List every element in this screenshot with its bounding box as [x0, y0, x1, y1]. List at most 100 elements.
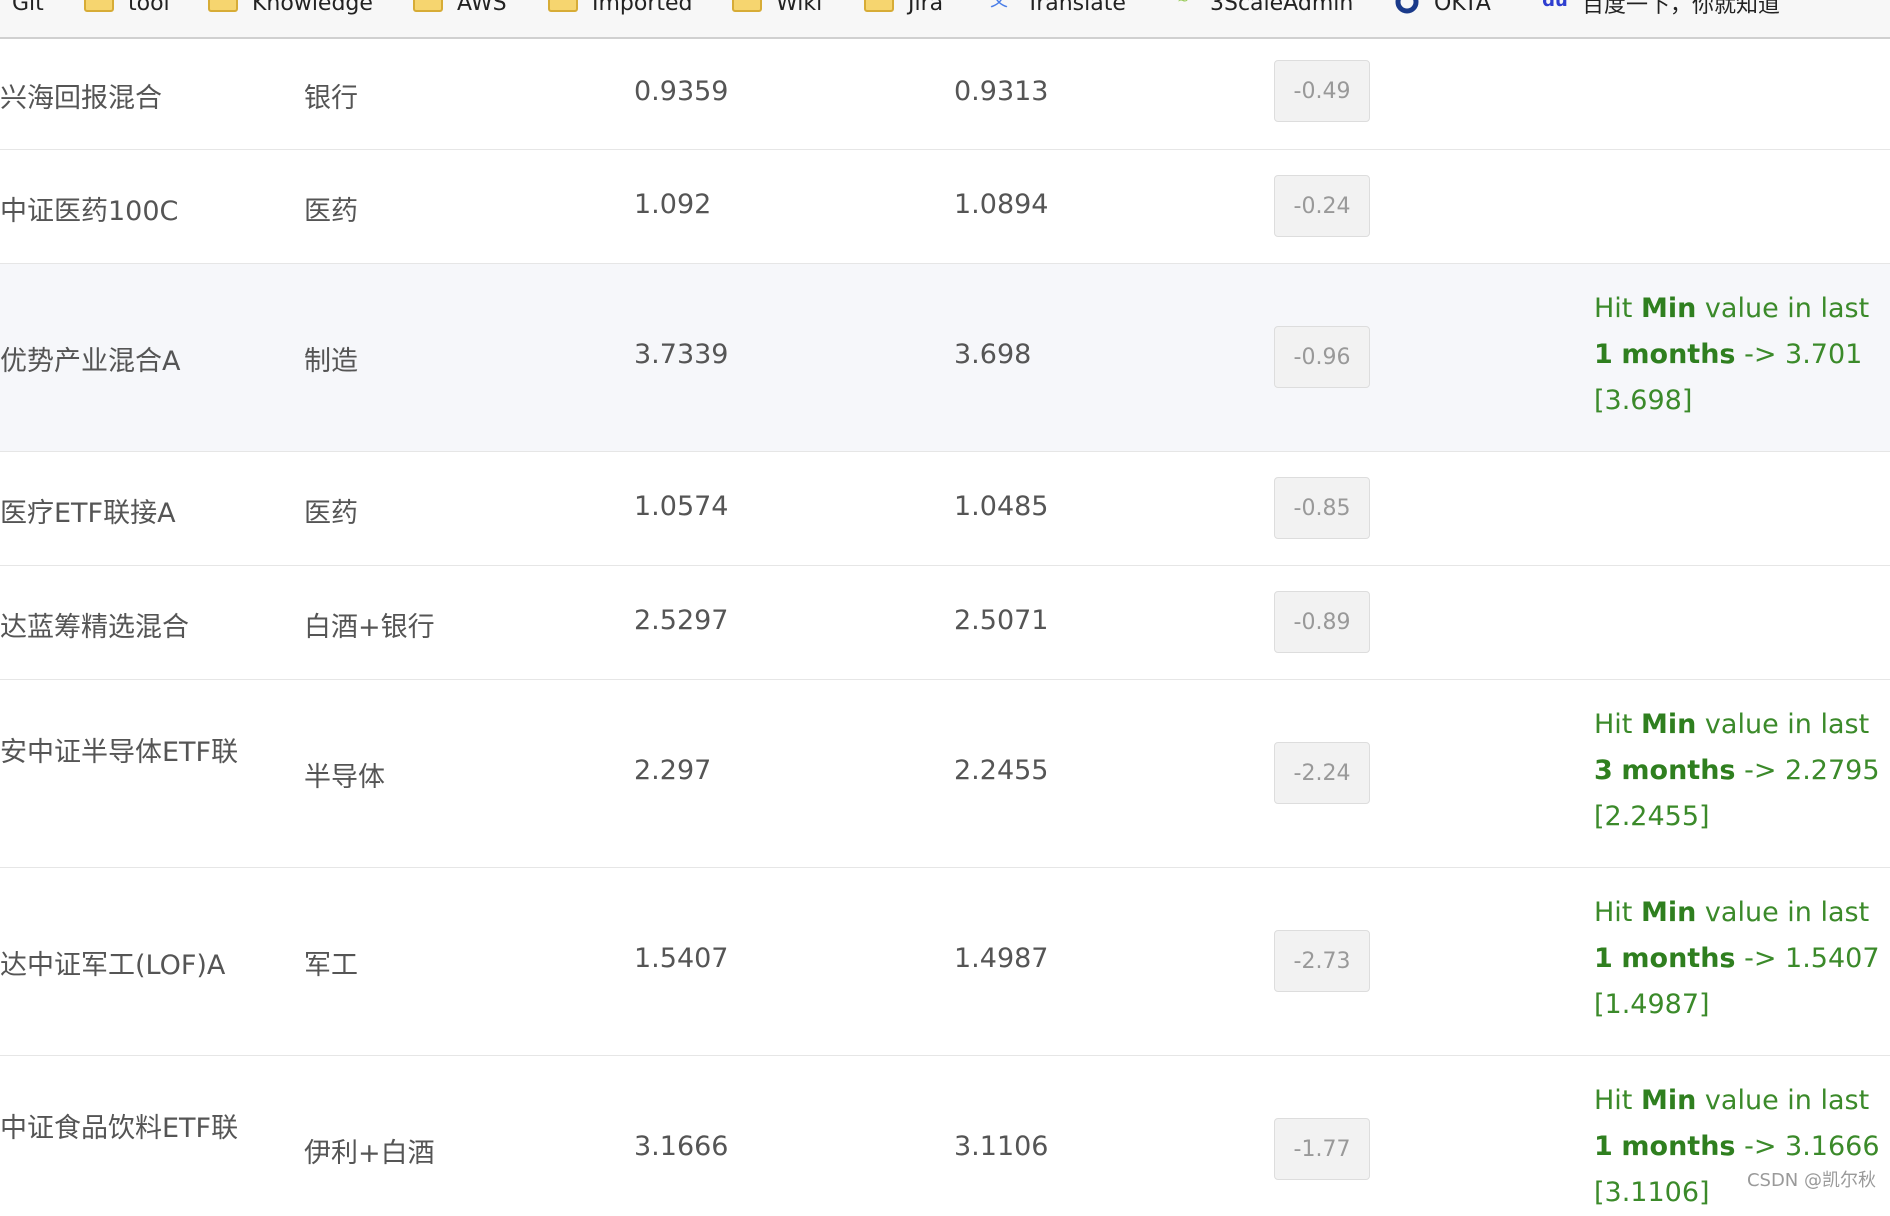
fund-name: 中证食品饮料ETF联	[0, 1106, 238, 1145]
min-alert-note: Hit Min value in last 1 months -> 3.1666…	[1594, 1078, 1884, 1216]
min-alert-note: Hit Min value in last 3 months -> 2.2795…	[1594, 702, 1884, 840]
fund-value-2: 1.0485	[954, 491, 1048, 522]
folder-icon	[732, 0, 762, 12]
fund-value-1: 3.7339	[634, 339, 728, 370]
fund-value-1: 2.5297	[634, 605, 728, 636]
min-alert-note: Hit Min value in last 1 months -> 3.701[…	[1594, 286, 1884, 424]
table-row: 中证医药100C 医药 1.092 1.0894 -0.24	[0, 150, 1890, 264]
fund-sector: 半导体	[304, 755, 385, 794]
change-badge: -0.85	[1274, 477, 1370, 539]
note-period: 1	[1594, 1131, 1613, 1162]
bookmark-label: 3ScaleAdmin	[1210, 0, 1353, 16]
fund-value-1: 1.0574	[634, 491, 728, 522]
baidu-icon: du	[1542, 0, 1568, 12]
bookmark-label: AWS	[457, 0, 507, 16]
table-row: 达中证军工(LOF)A 军工 1.5407 1.4987 -2.73 Hit M…	[0, 868, 1890, 1056]
note-min: Min	[1641, 1085, 1696, 1116]
note-text: Hit	[1594, 1085, 1641, 1116]
note-months: months	[1621, 339, 1735, 370]
min-alert-note: Hit Min value in last 1 months -> 1.5407…	[1594, 890, 1884, 1028]
bookmark-translate[interactable]: 文 Translate	[986, 0, 1126, 18]
table-row: 达蓝筹精选混合 白酒+银行 2.5297 2.5071 -0.89	[0, 566, 1890, 680]
fund-name: 优势产业混合A	[0, 339, 180, 378]
note-text: Hit	[1594, 897, 1641, 928]
fund-sector: 白酒+银行	[304, 605, 435, 644]
table-row: 优势产业混合A 制造 3.7339 3.698 -0.96 Hit Min va…	[0, 264, 1890, 452]
bookmark-okta[interactable]: OKTA	[1394, 0, 1491, 18]
bookmark-git[interactable]: Git	[12, 0, 44, 18]
3scale-icon: ~	[1170, 0, 1196, 12]
folder-icon	[548, 0, 578, 12]
bookmark-imported[interactable]: Imported	[548, 0, 693, 18]
change-badge: -0.49	[1274, 60, 1370, 122]
fund-sector: 军工	[304, 943, 358, 982]
note-months: months	[1621, 943, 1735, 974]
folder-icon	[413, 0, 443, 12]
change-badge: -2.73	[1274, 930, 1370, 992]
bookmark-label: Translate	[1026, 0, 1126, 16]
note-text: value in last	[1696, 1085, 1869, 1116]
note-period: 3	[1594, 755, 1613, 786]
fund-name: 安中证半导体ETF联	[0, 730, 238, 769]
bookmark-label: Git	[12, 0, 44, 16]
bookmark-label: Jira	[908, 0, 943, 16]
note-text: Hit	[1594, 293, 1641, 324]
table-row: 安中证半导体ETF联 半导体 2.297 2.2455 -2.24 Hit Mi…	[0, 680, 1890, 868]
change-badge: -2.24	[1274, 742, 1370, 804]
fund-sector: 医药	[304, 491, 358, 530]
fund-name: 达蓝筹精选混合	[0, 605, 189, 644]
note-text: Hit	[1594, 709, 1641, 740]
bookmark-jira[interactable]: Jira	[864, 0, 943, 18]
fund-sector: 制造	[304, 339, 358, 378]
fund-value-2: 2.2455	[954, 755, 1048, 786]
folder-icon	[864, 0, 894, 12]
fund-value-2: 3.698	[954, 339, 1031, 370]
note-period: 1	[1594, 339, 1613, 370]
note-months: months	[1621, 755, 1735, 786]
fund-sector: 伊利+白酒	[304, 1131, 435, 1170]
fund-value-1: 3.1666	[634, 1131, 728, 1162]
change-badge: -0.96	[1274, 326, 1370, 388]
change-badge: -0.89	[1274, 591, 1370, 653]
table-row: 中证食品饮料ETF联 伊利+白酒 3.1666 3.1106 -1.77 Hit…	[0, 1056, 1890, 1216]
note-min: Min	[1641, 709, 1696, 740]
note-months: months	[1621, 1131, 1735, 1162]
bookmark-aws[interactable]: AWS	[413, 0, 507, 18]
bookmark-tool[interactable]: tool	[84, 0, 170, 18]
note-text: value in last	[1696, 897, 1869, 928]
note-text: value in last	[1696, 293, 1869, 324]
fund-name: 达中证军工(LOF)A	[0, 943, 225, 982]
bookmark-label: 百度一下，你就知道	[1582, 0, 1780, 19]
bookmark-label: Imported	[592, 0, 693, 16]
fund-value-1: 1.092	[634, 189, 711, 220]
fund-sector: 银行	[304, 76, 358, 115]
fund-value-2: 2.5071	[954, 605, 1048, 636]
note-period: 1	[1594, 943, 1613, 974]
fund-name: 中证医药100C	[0, 189, 178, 228]
fund-name: 医疗ETF联接A	[0, 491, 176, 530]
change-badge: -1.77	[1274, 1118, 1370, 1180]
fund-value-1: 2.297	[634, 755, 711, 786]
fund-sector: 医药	[304, 189, 358, 228]
bookmark-label: OKTA	[1434, 0, 1491, 16]
change-badge: -0.24	[1274, 175, 1370, 237]
fund-value-1: 0.9359	[634, 76, 728, 107]
fund-name: 兴海回报混合	[0, 76, 162, 115]
table-row: 兴海回报混合 银行 0.9359 0.9313 -0.49	[0, 39, 1890, 150]
bookmark-3scaleadmin[interactable]: ~ 3ScaleAdmin	[1170, 0, 1353, 18]
watermark: CSDN @凯尔秋	[1747, 1166, 1876, 1192]
okta-icon	[1394, 0, 1420, 12]
bookmark-baidu[interactable]: du 百度一下，你就知道	[1542, 0, 1780, 18]
note-text: value in last	[1696, 709, 1869, 740]
bookmark-wiki[interactable]: Wiki	[732, 0, 822, 18]
translate-icon: 文	[986, 0, 1012, 12]
bookmark-knowledge[interactable]: Knowledge	[208, 0, 373, 18]
note-min: Min	[1641, 897, 1696, 928]
table-row: 医疗ETF联接A 医药 1.0574 1.0485 -0.85	[0, 452, 1890, 566]
fund-value-1: 1.5407	[634, 943, 728, 974]
bookmark-label: Knowledge	[252, 0, 373, 16]
bookmarks-bar: Git tool Knowledge AWS Imported Wiki Jir…	[0, 0, 1890, 39]
folder-icon	[208, 0, 238, 12]
bookmark-label: Wiki	[776, 0, 822, 16]
bookmark-label: tool	[128, 0, 170, 16]
